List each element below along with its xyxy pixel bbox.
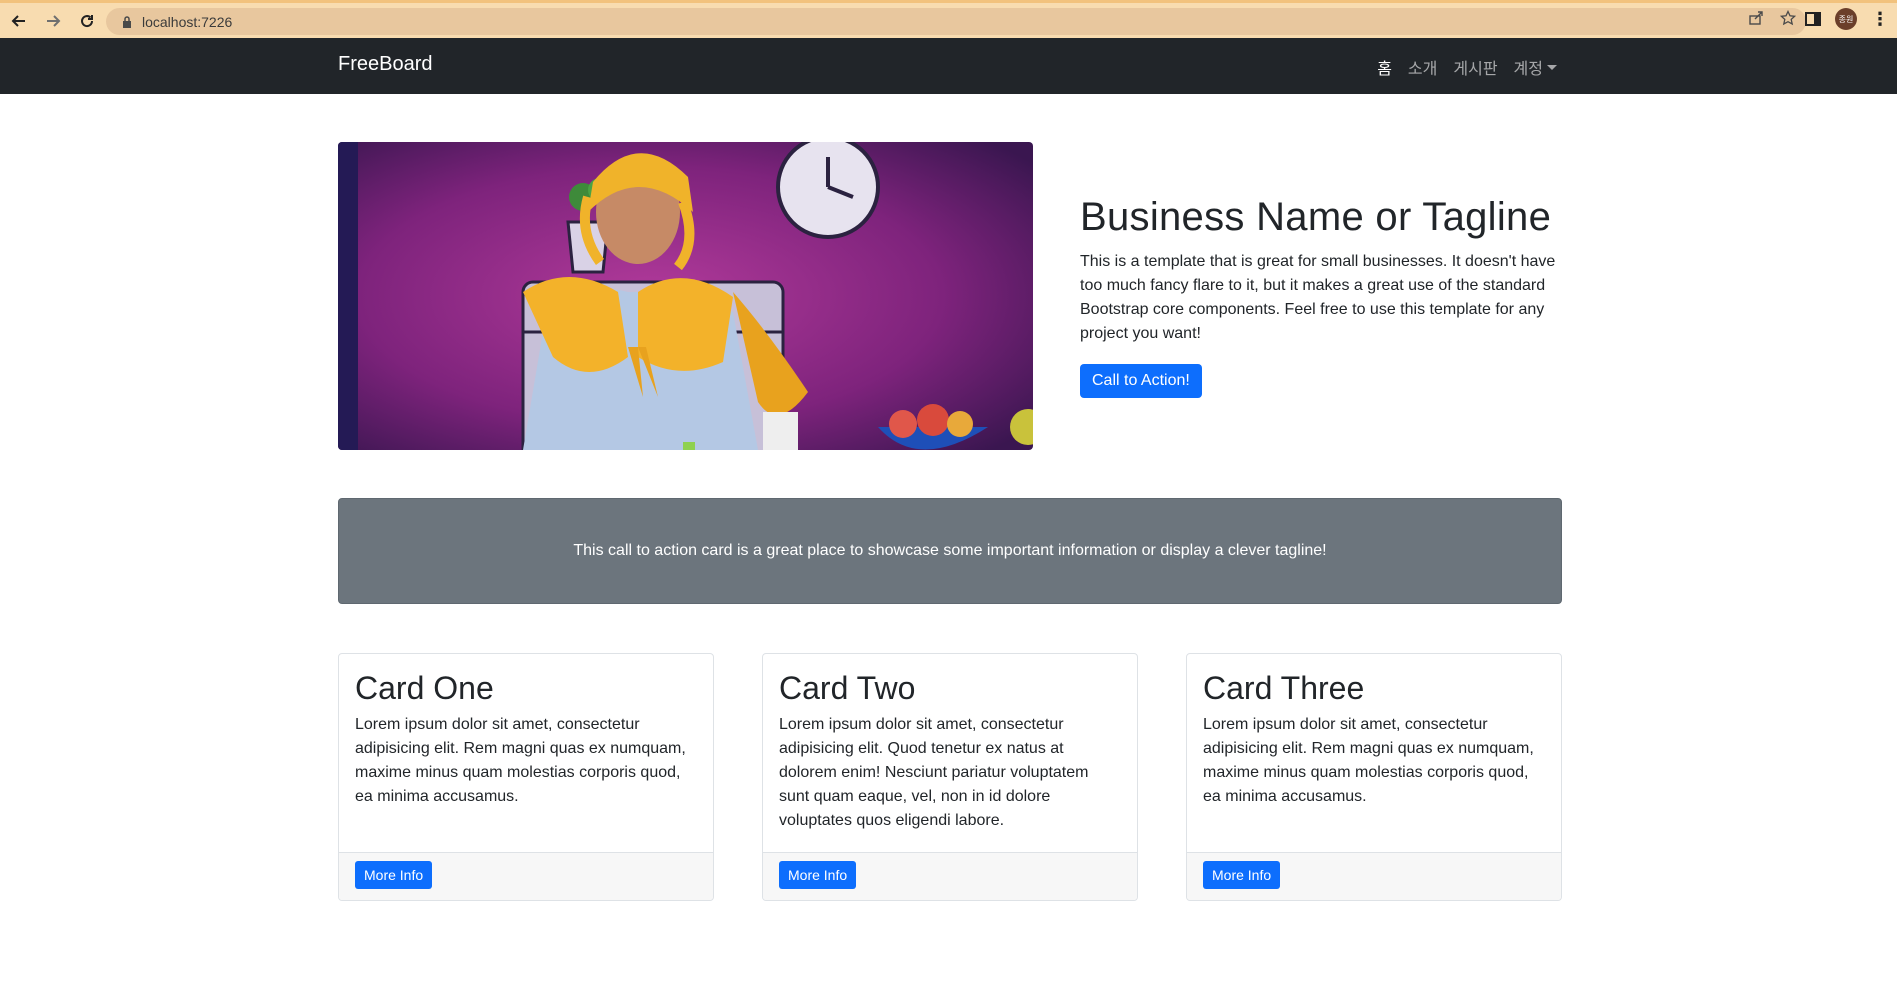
browser-toolbar: localhost:7226 종원 ⋮ — [0, 0, 1897, 38]
nav-link-account-label: 계정 — [1513, 61, 1543, 78]
card-footer: More Info — [763, 852, 1137, 900]
card-title: Card Three — [1203, 670, 1365, 706]
nav-links: 홈 소개 게시판 계정 — [1377, 55, 1557, 79]
hero-description: This is a template that is great for sma… — [1080, 253, 1556, 342]
card-one: Card One Lorem ipsum dolor sit amet, con… — [338, 653, 714, 901]
call-to-action-text: This call to action card is a great plac… — [573, 542, 1327, 559]
hero-text: Business Name or Tagline This is a templ… — [1080, 195, 1560, 398]
brand-logo[interactable]: FreeBoard — [338, 53, 433, 76]
hero-image — [338, 142, 1033, 450]
nav-link-about[interactable]: 소개 — [1408, 55, 1437, 79]
call-to-action-button[interactable]: Call to Action! — [1080, 364, 1202, 398]
reload-icon — [81, 14, 94, 27]
card-three: Card Three Lorem ipsum dolor sit amet, c… — [1186, 653, 1562, 901]
lock-icon[interactable] — [116, 15, 138, 28]
call-to-action-card: This call to action card is a great plac… — [338, 498, 1562, 604]
bookmark-star-icon[interactable] — [1779, 9, 1797, 30]
more-info-button[interactable]: More Info — [1203, 861, 1281, 889]
share-icon[interactable] — [1748, 10, 1764, 30]
url-text[interactable]: localhost:7226 — [142, 14, 232, 30]
back-button[interactable] — [4, 6, 34, 36]
reload-button[interactable] — [72, 6, 102, 36]
forward-arrow-icon — [47, 14, 61, 27]
card-text: Lorem ipsum dolor sit amet, consectetur … — [779, 716, 1089, 829]
card-two: Card Two Lorem ipsum dolor sit amet, con… — [762, 653, 1138, 901]
card-title: Card One — [355, 670, 494, 706]
forward-button[interactable] — [38, 6, 68, 36]
side-panel-icon[interactable] — [1805, 12, 1821, 26]
nav-link-board[interactable]: 게시판 — [1453, 55, 1497, 79]
card-title: Card Two — [779, 670, 916, 706]
dropdown-caret-icon — [1547, 64, 1557, 70]
more-info-button[interactable]: More Info — [355, 861, 433, 889]
back-arrow-icon — [11, 14, 25, 27]
card-text: Lorem ipsum dolor sit amet, consectetur … — [1203, 716, 1534, 805]
nav-link-account[interactable]: 계정 — [1514, 55, 1557, 79]
more-info-button[interactable]: More Info — [779, 861, 857, 889]
card-footer: More Info — [1187, 852, 1561, 900]
hero-title: Business Name or Tagline — [1080, 195, 1552, 239]
profile-avatar[interactable]: 종원 — [1835, 8, 1857, 30]
navbar: FreeBoard 홈 소개 게시판 계정 — [0, 38, 1897, 94]
nav-link-home[interactable]: 홈 — [1377, 55, 1392, 79]
card-footer: More Info — [339, 852, 713, 900]
card-text: Lorem ipsum dolor sit amet, consectetur … — [355, 716, 686, 805]
browser-menu-icon[interactable]: ⋮ — [1871, 9, 1889, 30]
address-bar[interactable]: localhost:7226 — [106, 8, 1806, 35]
